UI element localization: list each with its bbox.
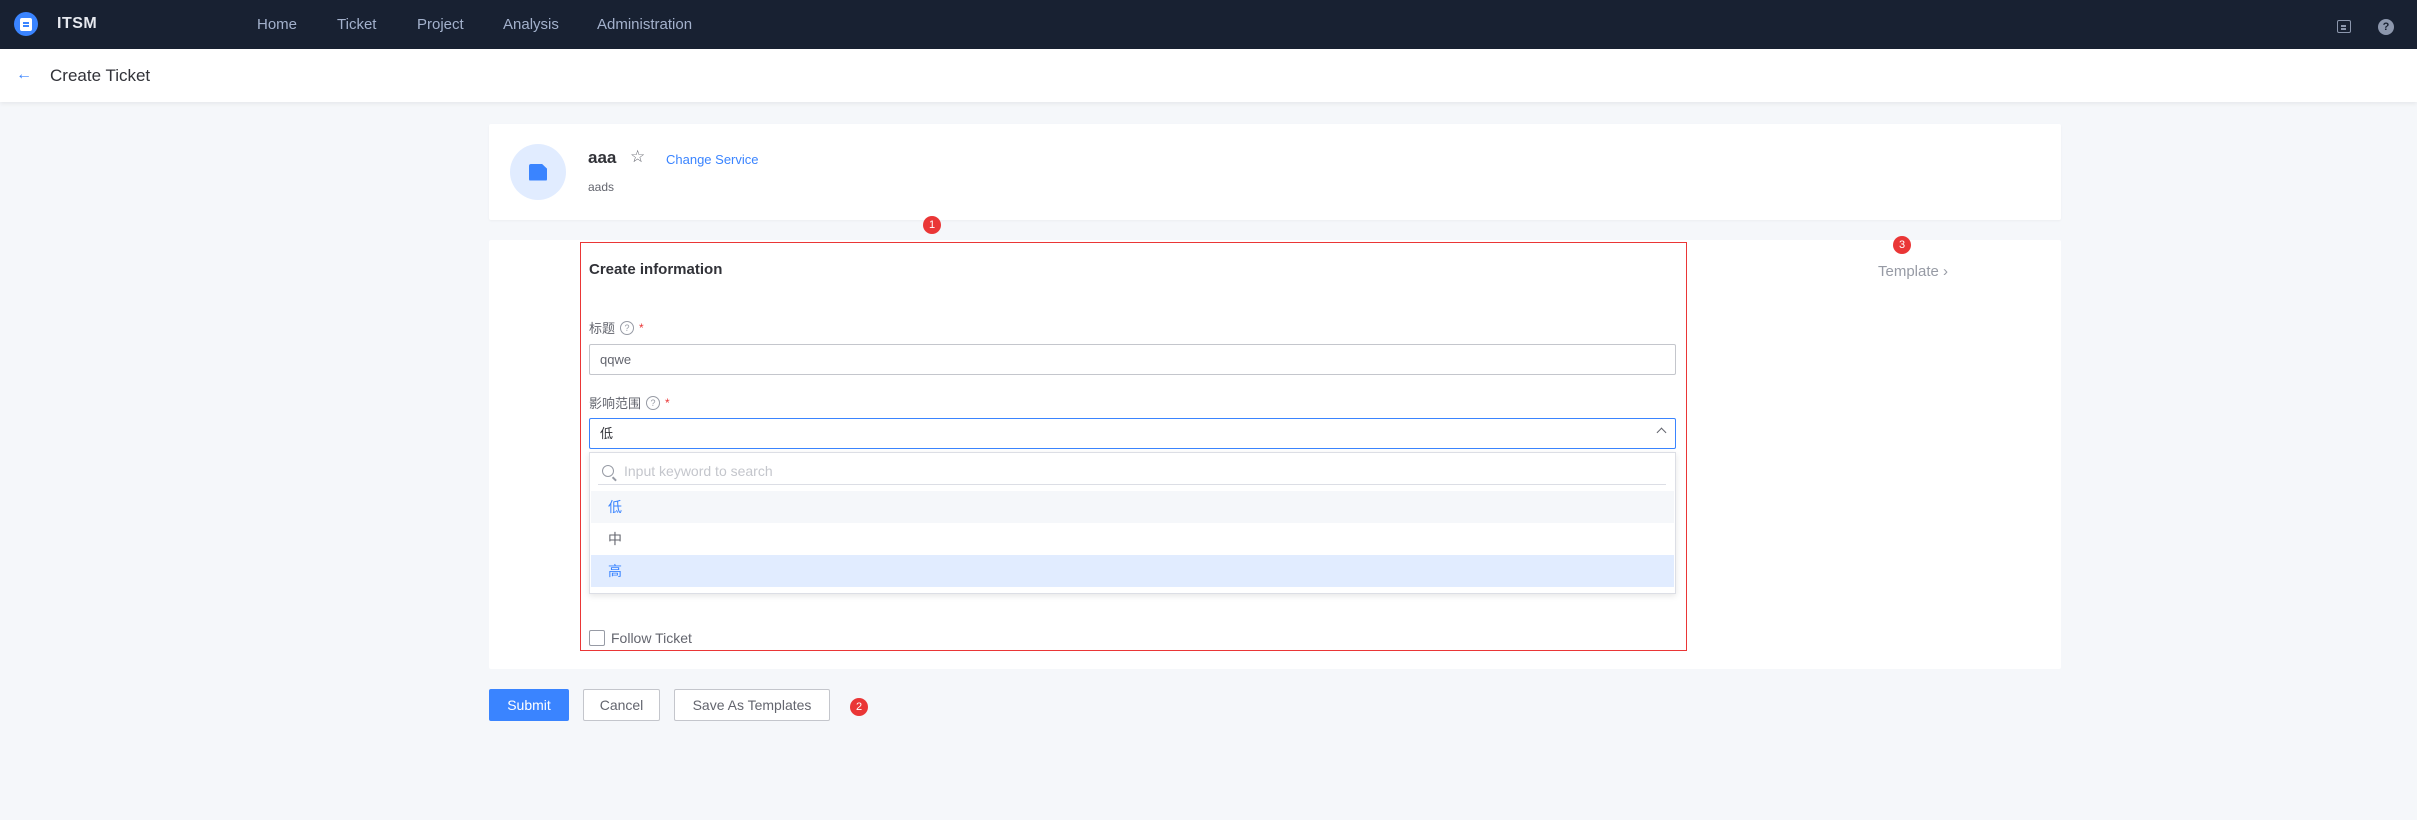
service-icon — [510, 144, 566, 200]
save-as-template-button[interactable]: Save As Templates — [674, 689, 830, 721]
dropdown-option-high[interactable]: 高 — [591, 555, 1674, 587]
page-header: ← Create Ticket — [0, 49, 2417, 102]
service-card: aaa ☆ Change Service aads — [489, 124, 2061, 220]
dropdown-search — [598, 457, 1666, 485]
nav-analysis[interactable]: Analysis — [503, 16, 559, 33]
message-icon[interactable] — [2337, 20, 2351, 33]
change-service-link[interactable]: Change Service — [666, 152, 759, 167]
top-navbar: ITSM Home Ticket Project Analysis Admini… — [0, 0, 2417, 49]
dropdown-option-medium[interactable]: 中 — [591, 523, 1674, 555]
itsm-logo-icon[interactable] — [14, 12, 38, 36]
scope-label-text: 影响范围 — [589, 396, 642, 411]
section-title: Create information — [589, 261, 723, 278]
submit-button[interactable]: Submit — [489, 689, 569, 721]
nav-administration[interactable]: Administration — [597, 16, 692, 33]
scope-field-label: 影响范围 ? * — [589, 393, 670, 412]
question-circle-icon[interactable]: ? — [646, 395, 661, 410]
star-icon[interactable]: ☆ — [630, 148, 645, 166]
dropdown-search-input[interactable] — [624, 462, 1624, 479]
back-arrow-icon[interactable]: ← — [16, 66, 34, 84]
nav-project[interactable]: Project — [417, 16, 464, 33]
required-mark: * — [665, 395, 670, 410]
annotation-badge-3: 3 — [1893, 236, 1911, 254]
template-link[interactable]: Template › — [1878, 263, 1948, 280]
question-circle-icon[interactable]: ? — [620, 320, 635, 335]
title-field-label: 标题 ? * — [589, 318, 644, 337]
cancel-button[interactable]: Cancel — [583, 689, 660, 721]
page-title: Create Ticket — [50, 66, 151, 85]
service-description: aads — [588, 180, 615, 194]
nav-home[interactable]: Home — [257, 16, 297, 33]
nav-ticket[interactable]: Ticket — [337, 16, 376, 33]
chevron-up-icon — [1656, 427, 1667, 438]
scope-dropdown: 低 中 高 — [589, 452, 1676, 594]
service-name: aaa — [588, 148, 617, 167]
annotation-badge-2: 2 — [850, 698, 868, 716]
title-label-text: 标题 — [589, 321, 616, 336]
follow-ticket-label: Follow Ticket — [611, 630, 692, 646]
help-icon[interactable]: ? — [2378, 19, 2394, 35]
search-icon — [602, 464, 614, 477]
scope-select[interactable]: 低 — [589, 418, 1676, 449]
follow-ticket-row[interactable]: Follow Ticket — [589, 630, 692, 646]
title-input[interactable] — [589, 344, 1676, 375]
app-title: ITSM — [57, 15, 98, 32]
required-mark: * — [639, 320, 644, 335]
annotation-badge-1: 1 — [923, 216, 941, 234]
scope-selected-value: 低 — [600, 426, 614, 441]
dropdown-option-low[interactable]: 低 — [591, 491, 1674, 523]
follow-ticket-checkbox[interactable] — [589, 630, 605, 646]
